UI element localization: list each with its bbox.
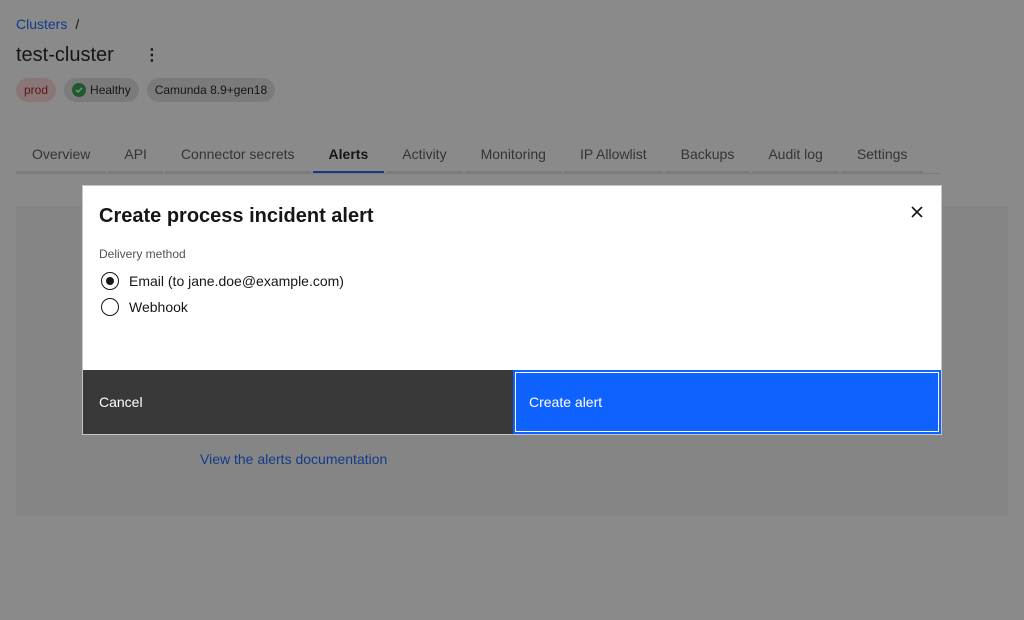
radio-webhook[interactable]: Webhook bbox=[101, 298, 188, 316]
radio-email-label: Email (to jane.doe@example.com) bbox=[129, 273, 344, 289]
radio-button-checked[interactable] bbox=[101, 272, 119, 290]
delivery-method-label: Delivery method bbox=[99, 247, 186, 261]
cancel-button[interactable]: Cancel bbox=[83, 370, 513, 434]
close-icon bbox=[911, 206, 923, 218]
radio-button-unchecked[interactable] bbox=[101, 298, 119, 316]
modal-title: Create process incident alert bbox=[99, 205, 374, 227]
create-alert-modal: Create process incident alert Delivery m… bbox=[82, 185, 942, 435]
create-alert-button[interactable]: Create alert bbox=[513, 370, 941, 434]
radio-email[interactable]: Email (to jane.doe@example.com) bbox=[101, 272, 344, 290]
close-button[interactable] bbox=[905, 200, 929, 224]
modal-footer: Cancel Create alert bbox=[83, 370, 941, 434]
radio-webhook-label: Webhook bbox=[129, 299, 188, 315]
radio-dot bbox=[106, 277, 114, 285]
